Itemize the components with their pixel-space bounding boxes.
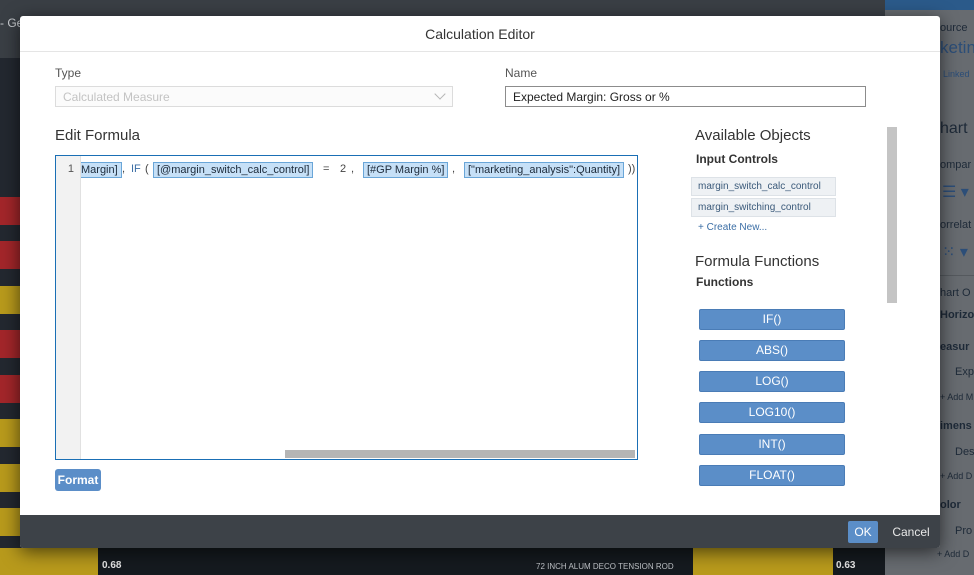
formula-token-object[interactable]: [@margin_switch_calc_control]: [153, 162, 314, 178]
chevron-down-icon: [434, 88, 446, 100]
background-panel-text: Pro: [955, 525, 973, 537]
background-panel-text: hart: [940, 120, 968, 137]
background-bar: [0, 286, 20, 314]
editor-gutter: 1: [56, 156, 81, 459]
available-objects-title: Available Objects: [695, 127, 811, 144]
input-control-item[interactable]: margin_switch_calc_control: [691, 177, 836, 196]
formula-token: ,: [452, 163, 456, 175]
dialog-title: Calculation Editor: [20, 16, 940, 52]
function-float-button[interactable]: FLOAT(): [699, 465, 845, 486]
formula-token: 2: [340, 163, 347, 175]
input-control-item[interactable]: margin_switching_control: [691, 198, 836, 217]
function-log10-button[interactable]: LOG10(): [699, 402, 845, 423]
background-panel-header: [885, 0, 974, 10]
background-bar: [0, 548, 98, 575]
create-new-link[interactable]: + Create New...: [698, 222, 767, 233]
dialog-footer: OK Cancel: [20, 515, 940, 548]
name-input[interactable]: [505, 86, 866, 107]
background-panel-text: Des: [955, 446, 974, 458]
formula-token: )): [628, 163, 636, 175]
background-panel-text: Linked: [943, 69, 970, 79]
background-bar: [0, 508, 20, 536]
bar-chart-icon: ☰ ▾: [942, 184, 969, 201]
background-panel-text: Horizo: [940, 309, 974, 321]
type-label: Type: [55, 66, 82, 80]
function-abs-button[interactable]: ABS(): [699, 340, 845, 361]
function-log-button[interactable]: LOG(): [699, 371, 845, 392]
background-panel-text: ource: [940, 22, 968, 34]
background-value: 0.63: [836, 560, 856, 571]
ok-button[interactable]: OK: [848, 521, 878, 543]
formula-token: ,: [351, 163, 355, 175]
formula-editor[interactable]: 1 Margin] , IF ( [@margin_switch_calc_co…: [55, 155, 638, 460]
type-select[interactable]: Calculated Measure: [55, 86, 453, 107]
scatter-chart-icon: ⁙ ▾: [942, 244, 968, 261]
background-panel-text: hart O: [940, 287, 971, 299]
background-bar: [0, 464, 20, 492]
background-bar: [0, 241, 20, 269]
background-panel-text: Exp: [955, 366, 974, 378]
formula-token: (: [145, 163, 149, 175]
calculation-editor-dialog: Calculation Editor Type Calculated Measu…: [20, 16, 940, 548]
formula-token: ,: [122, 163, 126, 175]
background-row-label: 72 INCH ALUM DECO TENSION ROD: [536, 562, 674, 571]
background-panel-text: + Add M: [940, 392, 974, 402]
background-panel-text: olor: [940, 499, 961, 511]
line-number: 1: [67, 163, 74, 175]
background-panel-text: keting: [940, 38, 974, 57]
functions-title: Functions: [696, 275, 754, 289]
function-int-button[interactable]: INT(): [699, 434, 845, 455]
background-bar: [0, 375, 20, 403]
edit-formula-title: Edit Formula: [55, 127, 141, 144]
background-panel-text: + Add D: [937, 549, 970, 559]
background-panel-text: easur: [940, 341, 970, 353]
background-bar: [0, 197, 20, 225]
type-select-value: Calculated Measure: [63, 90, 170, 104]
formula-token-object[interactable]: Margin]: [81, 162, 122, 178]
background-panel-text: ompar: [940, 159, 972, 171]
objects-vertical-scrollbar[interactable]: [887, 127, 897, 303]
background-value: 0.68: [102, 560, 122, 571]
cancel-button[interactable]: Cancel: [886, 521, 936, 543]
input-controls-title: Input Controls: [696, 152, 778, 166]
formula-token: =: [323, 163, 330, 175]
formula-token-function: IF: [131, 163, 141, 175]
background-bar: [693, 548, 833, 575]
formula-token-object[interactable]: [#GP Margin %]: [363, 162, 449, 178]
background-bar: [0, 419, 20, 447]
name-label: Name: [505, 66, 538, 80]
formula-functions-title: Formula Functions: [695, 253, 820, 270]
background-panel-text: imens: [940, 420, 972, 432]
editor-scrollbar-thumb[interactable]: [285, 450, 635, 458]
background-panel-text: orrelat: [940, 219, 972, 231]
background-bar: [0, 330, 20, 358]
background-chart-strip: [0, 58, 20, 575]
background-panel-text: + Add D: [940, 471, 973, 481]
formula-token-object[interactable]: ["marketing_analysis":Quantity]: [464, 162, 625, 178]
format-button[interactable]: Format: [55, 469, 101, 491]
background-bottom-row: 0.68 72 INCH ALUM DECO TENSION ROD 0.63: [0, 548, 885, 575]
function-if-button[interactable]: IF(): [699, 309, 845, 330]
